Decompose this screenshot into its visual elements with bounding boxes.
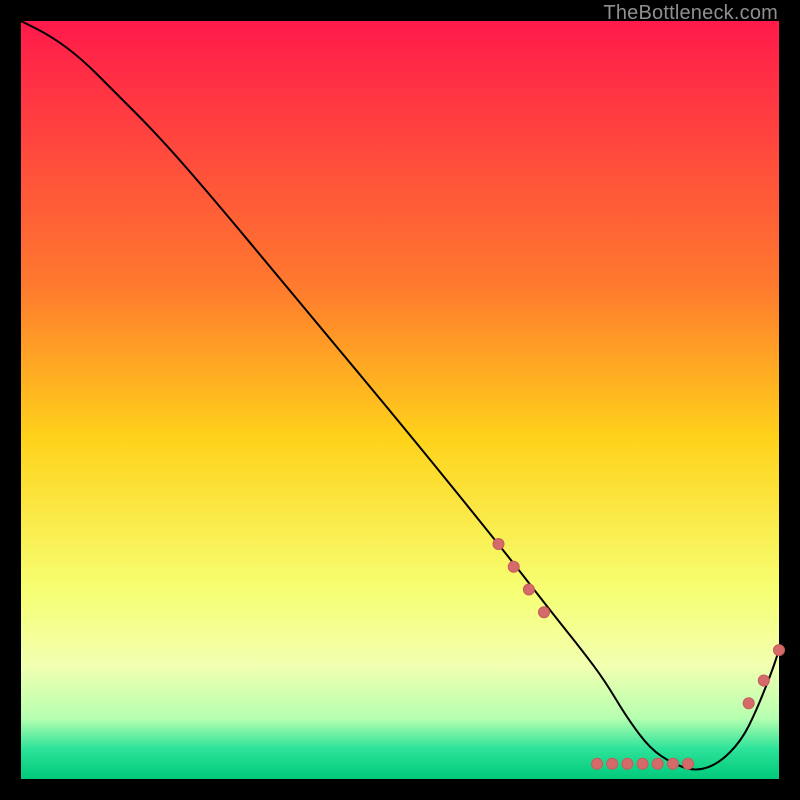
marker-dot xyxy=(493,539,504,550)
marker-dot xyxy=(758,675,769,686)
marker-dot xyxy=(622,758,633,769)
marker-dot xyxy=(652,758,663,769)
chart-stage: TheBottleneck.com xyxy=(0,0,800,800)
marker-dot xyxy=(508,561,519,572)
curve-layer xyxy=(21,21,779,779)
marker-dot xyxy=(523,584,534,595)
bottleneck-curve-path xyxy=(21,21,779,770)
marker-dot xyxy=(637,758,648,769)
marker-dot xyxy=(774,645,785,656)
marker-dot xyxy=(539,607,550,618)
watermark-text: TheBottleneck.com xyxy=(603,2,778,25)
marker-dot xyxy=(592,758,603,769)
marker-dot xyxy=(607,758,618,769)
marker-dot xyxy=(667,758,678,769)
marker-dot xyxy=(683,758,694,769)
marker-dot xyxy=(743,698,754,709)
